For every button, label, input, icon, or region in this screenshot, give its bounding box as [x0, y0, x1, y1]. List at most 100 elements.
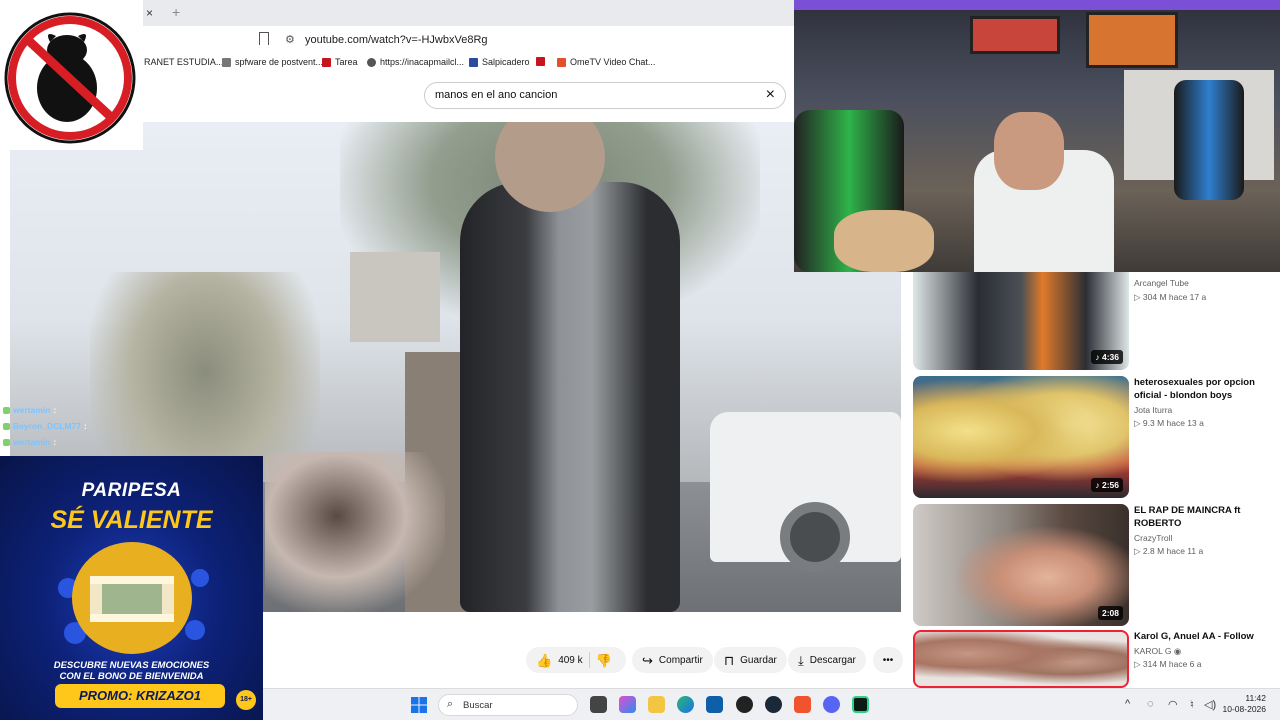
- bookmark-item[interactable]: [536, 57, 545, 66]
- recommended-video[interactable]: 2:08 EL RAP DE MAINCRA ft ROBERTO CrazyT…: [913, 504, 1273, 626]
- duration-badge: ♪ 4:36: [1091, 350, 1123, 364]
- plush-toy: [834, 210, 934, 272]
- duration-badge: ♪ 2:56: [1091, 478, 1123, 492]
- network-icon[interactable]: ◌: [1147, 698, 1154, 710]
- address-bar[interactable]: youtube.com/watch?v=-HJwbxVe8Rg: [305, 34, 488, 46]
- bookmark-item[interactable]: Tarea: [322, 57, 358, 67]
- clock-time: 11:42: [1245, 693, 1266, 703]
- video-thumbnail[interactable]: [913, 630, 1129, 688]
- tab-close-button[interactable]: ×: [146, 6, 153, 20]
- ad-subtext-line: DESCUBRE NUEVAS EMOCIONES: [53, 660, 210, 671]
- channel-name[interactable]: CrazyTroll: [1134, 533, 1172, 543]
- badge-icon: [3, 406, 10, 414]
- bookmark-item[interactable]: https://inacapmailcl...: [367, 57, 464, 67]
- video-meta: ▷ 304 M hace 17 a: [1134, 292, 1207, 302]
- video-frame-person: [460, 182, 680, 612]
- favicon-icon: [222, 57, 231, 67]
- stream-chat-overlay: wertamin : Beyron_DCLM77 : wertamin :: [0, 405, 290, 453]
- file-explorer-icon[interactable]: [648, 696, 665, 713]
- brave-icon[interactable]: [794, 696, 811, 713]
- bookmark-item[interactable]: spfware de postvent...: [222, 57, 323, 67]
- steam-icon[interactable]: [765, 696, 782, 713]
- taskbar-search-placeholder: Buscar: [463, 700, 493, 711]
- download-label: Descargar: [809, 654, 856, 666]
- channel-name[interactable]: KAROL G ◉: [1134, 646, 1181, 657]
- thumbs-down-icon[interactable]: 👎: [596, 654, 612, 667]
- video-title[interactable]: EL RAP DE MAINCRA ft ROBERTO: [1134, 504, 1264, 530]
- sponsor-ad-overlay: PARIPESA SÉ VALIENTE DESCUBRE NUEVAS EMO…: [0, 456, 263, 720]
- like-count[interactable]: 409 k: [558, 655, 582, 666]
- windows-start-icon[interactable]: [411, 697, 427, 713]
- video-title[interactable]: heterosexuales por opcion oficial - blon…: [1134, 376, 1264, 402]
- thumbs-up-icon[interactable]: 👍: [536, 654, 552, 667]
- favicon-icon: [557, 57, 566, 67]
- video-title[interactable]: Karol G, Anuel AA - Follow: [1134, 630, 1264, 643]
- video-thumbnail[interactable]: 2:08: [913, 504, 1129, 626]
- download-icon: ⤓: [798, 652, 804, 668]
- chat-message: Beyron_DCLM77 :: [3, 421, 87, 431]
- ad-brand: PARIPESA: [81, 480, 182, 501]
- taskbar-search-box[interactable]: ⌕ Buscar: [438, 694, 578, 716]
- divider: [588, 652, 590, 668]
- ad-promo-code: PROMO: KRIZAZO1: [55, 684, 225, 708]
- volume-icon[interactable]: ◁): [1204, 698, 1216, 711]
- youtube-search-box[interactable]: manos en el ano cancion ×: [424, 82, 786, 109]
- search-icon: ⌕: [447, 698, 454, 710]
- save-label: Guardar: [740, 654, 777, 666]
- chat-message: wertamin :: [3, 405, 56, 415]
- channel-name[interactable]: Jota Iturra: [1134, 405, 1172, 415]
- channel-logo-overlay: [0, 0, 143, 150]
- bookmark-item[interactable]: OmeTV Video Chat...: [557, 57, 655, 67]
- recommended-video[interactable]: ♪ 2:56 heterosexuales por opcion oficial…: [913, 376, 1273, 498]
- chrome-icon[interactable]: [736, 696, 753, 713]
- edge-icon[interactable]: [677, 696, 694, 713]
- share-label: Compartir: [658, 654, 703, 666]
- share-button[interactable]: ↪ Compartir: [632, 647, 713, 673]
- video-meta: ▷ 9.3 M hace 13 a: [1134, 418, 1204, 428]
- ad-subtext-line: CON EL BONO DE BIENVENIDA: [59, 671, 204, 682]
- bookmark-page-icon[interactable]: [259, 32, 269, 45]
- copilot-icon[interactable]: [619, 696, 636, 713]
- file-app-icon[interactable]: [590, 696, 607, 713]
- like-dislike-group: 👍 409 k 👎: [526, 647, 626, 673]
- ad-headline: SÉ VALIENTE: [50, 506, 213, 534]
- clock[interactable]: 11:42 10-08-2026: [1223, 693, 1266, 715]
- chat-username: Beyron_DCLM77: [13, 421, 82, 431]
- bookmark-item[interactable]: RANET ESTUDIA...: [144, 57, 223, 67]
- clear-search-button[interactable]: ×: [766, 86, 775, 104]
- tray-overflow-icon[interactable]: ^: [1125, 698, 1130, 710]
- badge-icon: [3, 422, 10, 430]
- channel-name[interactable]: Arcangel Tube: [1134, 278, 1189, 288]
- bookmark-label: spfware de postvent...: [235, 57, 324, 67]
- chat-message: wertamin :: [3, 437, 56, 447]
- search-input[interactable]: manos en el ano cancion: [435, 89, 557, 101]
- chat-text: :: [53, 405, 57, 415]
- age-badge: 18+: [236, 690, 256, 710]
- new-tab-button[interactable]: +: [172, 4, 180, 20]
- microphone-icon[interactable]: ♮: [1190, 698, 1194, 711]
- save-button[interactable]: ⊓ Guardar: [714, 647, 787, 673]
- more-icon: •••: [882, 654, 894, 666]
- site-info-icon[interactable]: ⚙: [285, 33, 295, 46]
- streamer-webcam-overlay: [794, 0, 1280, 272]
- video-frame-child: [265, 452, 445, 612]
- wifi-icon[interactable]: ◠: [1168, 698, 1178, 711]
- favicon-icon: [322, 57, 331, 67]
- video-thumbnail[interactable]: ♪ 2:56: [913, 376, 1129, 498]
- bookmark-label: Tarea: [335, 57, 358, 67]
- obs-icon[interactable]: [852, 696, 869, 713]
- discord-icon[interactable]: [823, 696, 840, 713]
- recommended-video[interactable]: Karol G, Anuel AA - Follow KAROL G ◉ ▷ 3…: [913, 630, 1273, 688]
- store-icon[interactable]: [706, 696, 723, 713]
- video-frame-wheel: [780, 502, 850, 572]
- money-mouth-icon: [58, 542, 209, 654]
- bookmark-item[interactable]: Salpicadero: [469, 57, 530, 67]
- download-button[interactable]: ⤓ Descargar: [788, 647, 866, 673]
- chat-text: :: [53, 437, 57, 447]
- prohibition-icon: [4, 12, 136, 144]
- gaming-chair: [1174, 80, 1244, 200]
- more-actions-button[interactable]: •••: [873, 647, 903, 673]
- badge-icon: [3, 438, 10, 446]
- favicon-icon: [469, 57, 478, 67]
- wall-poster: [1086, 12, 1178, 68]
